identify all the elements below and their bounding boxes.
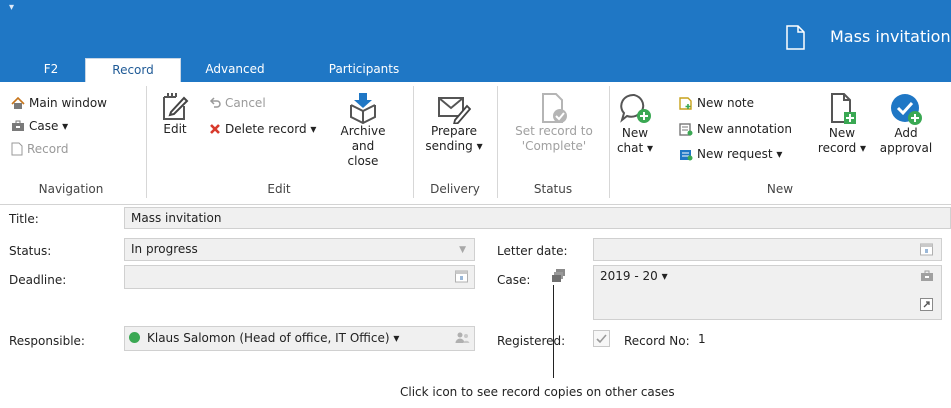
- main-window-button[interactable]: Main window: [11, 96, 107, 110]
- record-icon: [11, 142, 23, 156]
- calendar-icon[interactable]: [455, 269, 468, 283]
- status-select[interactable]: In progress ▼: [124, 238, 475, 261]
- document-icon: [786, 25, 805, 50]
- responsible-select[interactable]: Klaus Salomon (Head of office, IT Office…: [124, 326, 475, 351]
- tab-record[interactable]: Record: [85, 58, 181, 83]
- archive-and-close-button[interactable]: Archive and close: [335, 92, 391, 169]
- group-label-new: New: [766, 182, 794, 196]
- record-copies-icon[interactable]: [551, 268, 566, 283]
- new-chat-button[interactable]: New chat ▾: [612, 92, 658, 156]
- presence-dot-icon: [129, 332, 140, 343]
- case-icon[interactable]: [920, 270, 934, 282]
- chat-add-icon: [618, 92, 652, 126]
- envelope-edit-icon: [437, 92, 471, 124]
- record-no-label: Record No:: [624, 334, 690, 348]
- new-request-button[interactable]: New request ▾: [679, 147, 782, 161]
- approval-check-icon: [889, 92, 923, 126]
- window-title: Mass invitation: [830, 27, 951, 46]
- undo-icon: [209, 97, 221, 109]
- edit-button[interactable]: Edit: [155, 92, 195, 137]
- deadline-field[interactable]: [124, 265, 475, 289]
- set-record-complete-button[interactable]: Set record to 'Complete': [504, 92, 604, 154]
- group-label-edit: Edit: [267, 182, 291, 196]
- archive-box-icon: [347, 92, 379, 124]
- callout-text: Click icon to see record copies on other…: [400, 385, 675, 399]
- case-icon: [11, 120, 25, 132]
- new-record-button[interactable]: New record ▾: [816, 92, 868, 156]
- home-icon: [11, 96, 25, 110]
- new-annotation-button[interactable]: New annotation: [679, 122, 792, 136]
- registered-checkbox[interactable]: [593, 330, 610, 347]
- record-nav-button[interactable]: Record: [11, 142, 68, 156]
- tab-participants[interactable]: Participants: [314, 58, 414, 82]
- group-label-status: Status: [533, 182, 573, 196]
- cancel-button[interactable]: Cancel: [209, 96, 266, 110]
- annotation-icon: [679, 122, 693, 136]
- registered-label: Registered:: [497, 334, 566, 348]
- tab-f2[interactable]: F2: [36, 58, 66, 82]
- open-external-icon[interactable]: [920, 298, 933, 311]
- status-label: Status:: [9, 244, 52, 258]
- letter-date-label: Letter date:: [497, 244, 568, 258]
- checkmark-icon: [596, 334, 607, 344]
- users-icon[interactable]: [455, 331, 470, 345]
- note-add-icon: [679, 96, 693, 110]
- record-complete-icon: [539, 92, 569, 124]
- letter-date-field[interactable]: [593, 238, 942, 261]
- record-add-icon: [827, 92, 857, 126]
- chevron-down-icon[interactable]: ▼: [459, 245, 466, 255]
- title-label: Title:: [9, 212, 39, 226]
- responsible-label: Responsible:: [9, 334, 85, 348]
- request-icon: [679, 148, 693, 161]
- callout-line: [553, 285, 554, 378]
- group-label-delivery: Delivery: [430, 182, 480, 196]
- group-label-navigation: Navigation: [38, 182, 104, 196]
- deadline-label: Deadline:: [9, 273, 67, 287]
- new-note-button[interactable]: New note: [679, 96, 754, 110]
- tab-advanced[interactable]: Advanced: [196, 58, 274, 82]
- quick-access-dropdown[interactable]: ▾: [9, 2, 14, 13]
- add-approval-button[interactable]: Add approval: [878, 92, 934, 156]
- delete-x-icon: [209, 123, 221, 135]
- calendar-icon[interactable]: [920, 242, 933, 256]
- record-no-value: 1: [698, 332, 706, 346]
- case-label: Case:: [497, 273, 531, 287]
- prepare-sending-button[interactable]: Prepare sending ▾: [419, 92, 489, 154]
- edit-icon: [160, 92, 190, 122]
- case-button[interactable]: Case ▾: [11, 119, 68, 133]
- case-select[interactable]: 2019 - 20 ▾: [593, 265, 942, 320]
- title-field[interactable]: Mass invitation: [124, 207, 951, 229]
- delete-record-button[interactable]: Delete record ▾: [209, 122, 316, 136]
